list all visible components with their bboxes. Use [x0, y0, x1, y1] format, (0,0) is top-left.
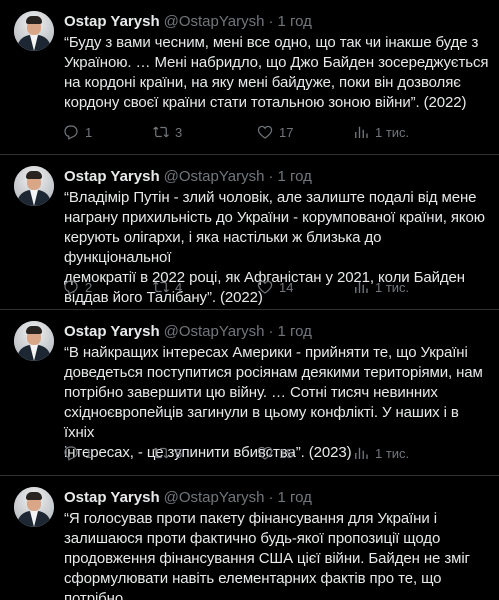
- tweet-actions: 1 3 17 1 тис.: [62, 122, 482, 142]
- like-button[interactable]: 17: [256, 123, 352, 141]
- like-count: 17: [279, 124, 294, 140]
- avatar[interactable]: [14, 321, 54, 361]
- like-count: 14: [279, 279, 294, 295]
- views-count: 1 тис.: [375, 279, 410, 295]
- repost-button[interactable]: 4: [152, 278, 256, 296]
- reply-count: 1: [85, 124, 93, 140]
- timestamp[interactable]: 1 год: [277, 12, 311, 31]
- separator: ·: [268, 489, 274, 506]
- avatar[interactable]: [14, 166, 54, 206]
- like-button[interactable]: 15: [256, 444, 352, 462]
- repost-count: 3: [175, 124, 183, 140]
- timestamp[interactable]: 1 год: [277, 322, 311, 341]
- timestamp[interactable]: 1 год: [277, 167, 311, 186]
- avatar[interactable]: [14, 11, 54, 51]
- author-handle[interactable]: @OstapYarysh: [164, 167, 265, 186]
- tweet[interactable]: Ostap Yarysh @OstapYarysh · 1 год “Буду …: [0, 0, 499, 155]
- reply-button[interactable]: 2: [62, 278, 152, 296]
- repost-button[interactable]: 3: [152, 123, 256, 141]
- tweet[interactable]: Ostap Yarysh @OstapYarysh · 1 год “В най…: [0, 310, 499, 476]
- repost-icon: [153, 281, 169, 293]
- repost-icon: [153, 447, 169, 459]
- repost-count: 5: [175, 445, 183, 461]
- tweet-header: Ostap Yarysh @OstapYarysh · 1 год: [64, 12, 485, 31]
- like-button[interactable]: 14: [256, 278, 352, 296]
- reply-button[interactable]: 1: [62, 444, 152, 462]
- separator: ·: [268, 13, 274, 30]
- reply-icon: [64, 125, 78, 140]
- tweet-text: “Буду з вами чесним, мені все одно, що т…: [64, 34, 489, 111]
- views-count: 1 тис.: [375, 445, 410, 461]
- author-handle[interactable]: @OstapYarysh: [164, 488, 265, 507]
- separator: ·: [268, 168, 274, 185]
- tweet-header: Ostap Yarysh @OstapYarysh · 1 год: [64, 322, 485, 341]
- heart-icon: [257, 280, 273, 294]
- heart-icon: [257, 125, 273, 139]
- reply-icon: [64, 280, 78, 295]
- separator: ·: [268, 323, 274, 340]
- author-name[interactable]: Ostap Yarysh: [64, 167, 160, 186]
- like-count: 15: [279, 445, 294, 461]
- tweet[interactable]: Ostap Yarysh @OstapYarysh · 1 год “Владі…: [0, 155, 499, 310]
- repost-button[interactable]: 5: [152, 444, 256, 462]
- author-handle[interactable]: @OstapYarysh: [164, 12, 265, 31]
- views-button[interactable]: 1 тис.: [352, 444, 452, 462]
- heart-icon: [257, 446, 273, 460]
- author-name[interactable]: Ostap Yarysh: [64, 322, 160, 341]
- tweet-header: Ostap Yarysh @OstapYarysh · 1 год: [64, 488, 485, 507]
- views-button[interactable]: 1 тис.: [352, 278, 452, 296]
- timestamp[interactable]: 1 год: [277, 488, 311, 507]
- author-handle[interactable]: @OstapYarysh: [164, 322, 265, 341]
- repost-icon: [153, 126, 169, 138]
- tweet-text: “Я голосував проти пакету фінансування д…: [64, 510, 470, 600]
- tweet-actions: 2 4 14 1 тис.: [62, 277, 482, 297]
- views-icon: [355, 126, 368, 138]
- reply-icon: [64, 446, 78, 461]
- timeline-feed: Ostap Yarysh @OstapYarysh · 1 год “Буду …: [0, 0, 499, 600]
- views-button[interactable]: 1 тис.: [352, 123, 452, 141]
- reply-count: 1: [85, 445, 93, 461]
- views-icon: [355, 281, 368, 293]
- author-name[interactable]: Ostap Yarysh: [64, 12, 160, 31]
- reply-button[interactable]: 1: [62, 123, 152, 141]
- avatar[interactable]: [14, 487, 54, 527]
- reply-count: 2: [85, 279, 93, 295]
- author-name[interactable]: Ostap Yarysh: [64, 488, 160, 507]
- tweet-header: Ostap Yarysh @OstapYarysh · 1 год: [64, 167, 485, 186]
- views-count: 1 тис.: [375, 124, 410, 140]
- views-icon: [355, 447, 368, 459]
- tweet[interactable]: Ostap Yarysh @OstapYarysh · 1 год “Я гол…: [0, 476, 499, 600]
- tweet-actions: 1 5 15 1 тис.: [62, 443, 482, 463]
- repost-count: 4: [175, 279, 183, 295]
